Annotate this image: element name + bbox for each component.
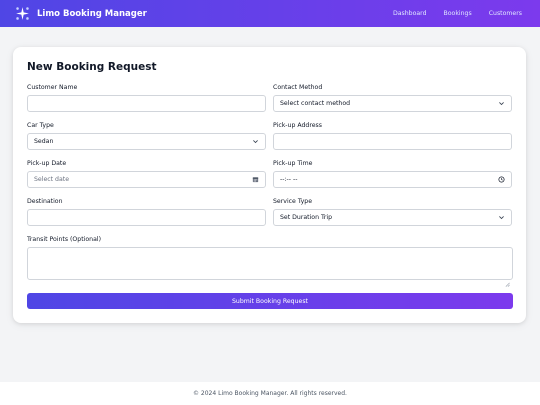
calendar-icon[interactable] — [252, 176, 259, 183]
brand[interactable]: Limo Booking Manager — [14, 5, 147, 22]
contact-method-label: Contact Method — [273, 84, 323, 91]
destination-label: Destination — [27, 198, 63, 205]
pickup-address-label: Pick-up Address — [273, 122, 322, 129]
pickup-time-label: Pick-up Time — [273, 160, 313, 167]
sparkle-logo-icon — [14, 5, 31, 22]
pickup-date-label: Pick-up Date — [27, 160, 67, 167]
car-type-select[interactable]: Sedan — [27, 133, 266, 150]
chevron-down-icon — [498, 214, 505, 221]
car-type-field: Car Type Sedan — [27, 122, 266, 150]
clock-icon[interactable] — [498, 176, 505, 183]
customer-name-label: Customer Name — [27, 84, 78, 91]
pickup-date-input[interactable]: Select date — [27, 171, 266, 188]
destination-input[interactable] — [27, 209, 266, 226]
service-type-select[interactable]: Set Duration Trip — [273, 209, 512, 226]
transit-points-field: Transit Points (Optional) — [27, 236, 513, 287]
pickup-address-input[interactable] — [273, 133, 512, 150]
customer-name-input[interactable] — [27, 95, 266, 112]
transit-points-textarea[interactable] — [27, 247, 513, 287]
nav-link-dashboard[interactable]: Dashboard — [393, 10, 427, 17]
pickup-date-placeholder: Select date — [34, 176, 70, 183]
customer-name-field: Customer Name — [27, 84, 266, 112]
nav-links: Dashboard Bookings Customers — [393, 10, 522, 17]
nav-link-bookings[interactable]: Bookings — [444, 10, 472, 17]
car-type-label: Car Type — [27, 122, 54, 129]
top-navbar: Limo Booking Manager Dashboard Bookings … — [0, 0, 540, 27]
footer: © 2024 Limo Booking Manager. All rights … — [0, 382, 540, 405]
brand-name: Limo Booking Manager — [37, 8, 147, 19]
footer-copyright: © 2024 Limo Booking Manager. All rights … — [193, 390, 347, 397]
destination-field: Destination — [27, 198, 266, 226]
resize-handle-icon[interactable] — [505, 272, 510, 287]
contact-method-field: Contact Method Select contact method — [273, 84, 512, 112]
pickup-time-field: Pick-up Time --:-- -- — [273, 160, 512, 188]
pickup-address-field: Pick-up Address — [273, 122, 512, 150]
chevron-down-icon — [252, 138, 259, 145]
service-type-label: Service Type — [273, 198, 313, 205]
nav-link-customers[interactable]: Customers — [489, 10, 522, 17]
service-type-value: Set Duration Trip — [280, 214, 333, 221]
contact-method-value: Select contact method — [280, 100, 351, 107]
booking-form-card: New Booking Request Customer Name Contac… — [13, 47, 526, 323]
pickup-time-input[interactable]: --:-- -- — [273, 171, 512, 188]
submit-booking-button[interactable]: Submit Booking Request — [27, 293, 513, 309]
chevron-down-icon — [498, 100, 505, 107]
form-title: New Booking Request — [27, 61, 157, 73]
transit-points-label: Transit Points (Optional) — [27, 236, 102, 243]
pickup-time-value: --:-- -- — [280, 176, 298, 183]
pickup-date-field: Pick-up Date Select date — [27, 160, 266, 188]
contact-method-select[interactable]: Select contact method — [273, 95, 512, 112]
car-type-value: Sedan — [34, 138, 54, 145]
service-type-field: Service Type Set Duration Trip — [273, 198, 512, 226]
